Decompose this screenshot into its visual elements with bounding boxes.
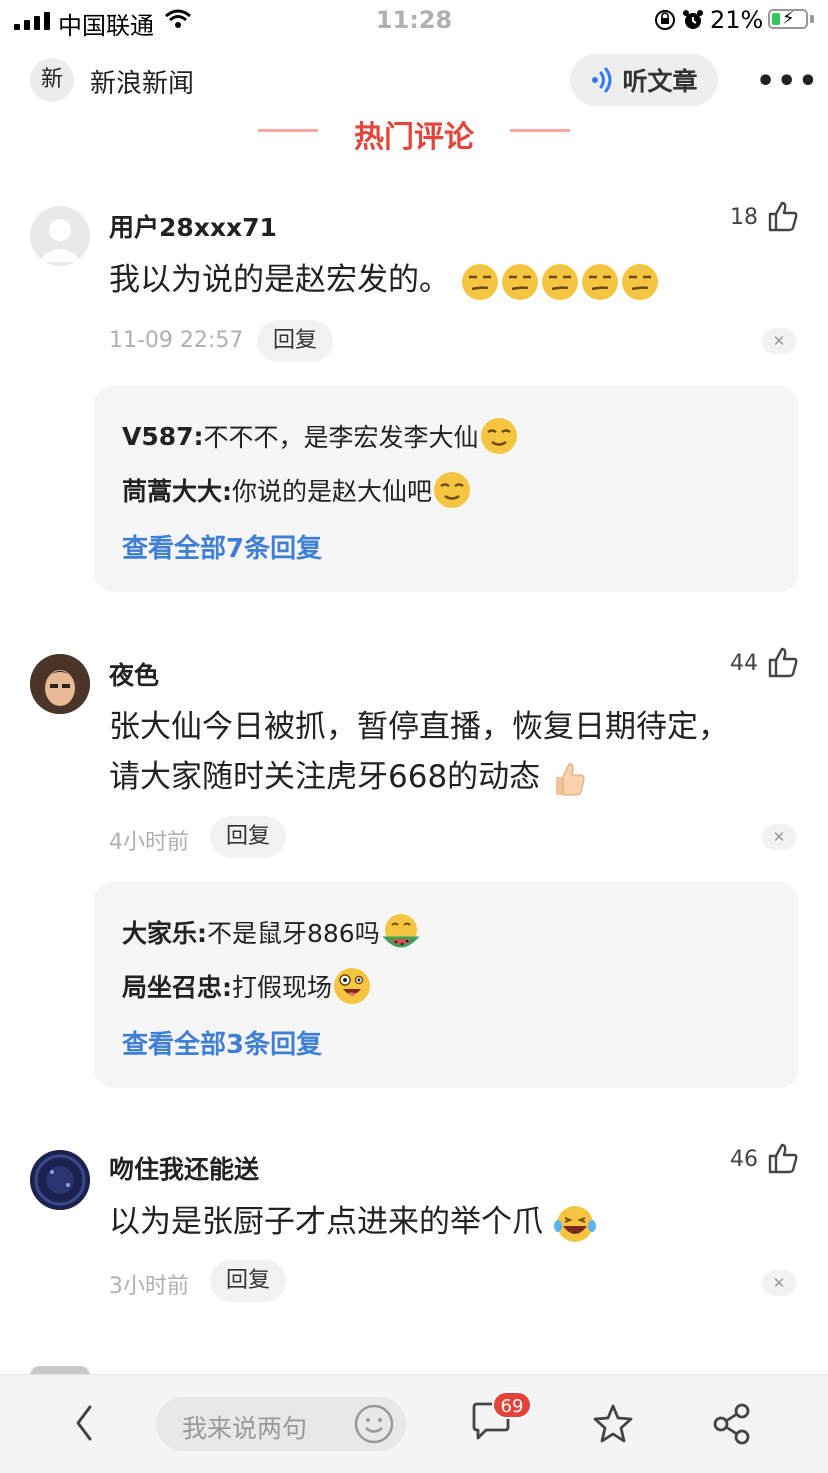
comment-text: 我以为说的是赵宏发的。 xyxy=(109,255,789,305)
alarm-icon xyxy=(683,10,703,29)
thumb-up-icon xyxy=(768,1143,798,1174)
comment-text-content: 请大家随时关注虎牙668的动态 xyxy=(109,759,541,795)
back-icon[interactable] xyxy=(72,1403,96,1447)
battery-cap xyxy=(810,15,814,23)
comment-text: 张大仙今日被抓，暂停直播，恢复日期待定， 请大家随时关注虎牙668的动态 xyxy=(109,702,789,802)
reply-box: V587: 不不不，是李宏发李大仙 茼蒿大大: 你说的是赵大仙吧 查看全部7条回… xyxy=(94,386,798,592)
avatar[interactable] xyxy=(30,206,90,266)
smirk-emoji-icon xyxy=(621,263,658,300)
reply-item[interactable]: V587: 不不不，是李宏发李大仙 xyxy=(122,416,519,456)
reply-text: 不是鼠牙886吗 xyxy=(207,919,380,948)
thumbs-up-emoji-icon xyxy=(556,762,585,795)
comment-count-badge: 69 xyxy=(492,1391,532,1419)
battery-percent: 21% xyxy=(710,6,764,34)
reply-username: 大家乐: xyxy=(122,919,207,948)
avatar[interactable] xyxy=(30,654,90,714)
comment-text-content: 以为是张厨子才点进来的举个爪 xyxy=(109,1204,543,1240)
comment-username[interactable]: 夜色 xyxy=(109,656,159,692)
comment-text-line: 请大家随时关注虎牙668的动态 xyxy=(109,752,789,802)
relieved-emoji-icon xyxy=(434,472,471,508)
like-count: 18 xyxy=(730,204,758,230)
close-icon[interactable]: ✕ xyxy=(762,328,796,354)
close-icon[interactable]: ✕ xyxy=(762,1270,796,1296)
comment-username[interactable]: 吻住我还能送 xyxy=(109,1150,259,1186)
comment-text-line: 张大仙今日被抓，暂停直播，恢复日期待定， xyxy=(109,709,729,745)
battery-icon: ⚡ xyxy=(768,8,808,29)
smirk-emoji-icon xyxy=(541,263,578,300)
reply-item[interactable]: 局坐召忠: 打假现场 xyxy=(122,966,372,1006)
comment-username[interactable]: 用户28xxx71 xyxy=(109,208,277,244)
relieved-emoji-icon xyxy=(480,418,517,454)
lock-rotation-icon xyxy=(655,10,675,30)
smile-icon[interactable] xyxy=(352,1402,396,1450)
listen-article-button[interactable]: 听文章 xyxy=(570,54,718,106)
hot-comments-heading: 热门评论 xyxy=(0,112,828,152)
close-icon[interactable]: ✕ xyxy=(762,824,796,850)
reply-text: 打假现场 xyxy=(232,973,333,1002)
section-title: 热门评论 xyxy=(354,120,474,152)
reply-text: 不不不，是李宏发李大仙 xyxy=(203,423,479,452)
bottom-toolbar: 我来说两句 69 xyxy=(0,1374,828,1473)
smirk-emoji-icon xyxy=(501,263,538,300)
like-button[interactable]: 44 xyxy=(690,646,800,680)
reply-item[interactable]: 大家乐: 不是鼠牙886吗 xyxy=(122,912,422,952)
like-count: 44 xyxy=(730,650,758,676)
comment-text: 以为是张厨子才点进来的举个爪 xyxy=(109,1197,789,1247)
comment-text-content: 我以为说的是赵宏发的。 xyxy=(109,262,450,298)
like-button[interactable]: 18 xyxy=(690,200,800,234)
top-header: 新 新浪新闻 听文章 ••• xyxy=(0,50,828,110)
reply-button[interactable]: 回复 xyxy=(210,1260,287,1302)
comment-input-placeholder: 我来说两句 xyxy=(182,1414,308,1443)
laughing-tears-emoji-icon xyxy=(553,1205,596,1242)
thumb-up-icon xyxy=(768,201,798,232)
emoji-row xyxy=(460,262,660,300)
like-button[interactable]: 46 xyxy=(690,1142,800,1176)
view-all-replies-link[interactable]: 查看全部7条回复 xyxy=(122,528,322,565)
view-all-replies-link[interactable]: 查看全部3条回复 xyxy=(122,1024,322,1061)
watermelon-emoji-icon xyxy=(382,914,420,948)
comment-time: 11-09 22:57 xyxy=(109,328,244,353)
reply-username: 茼蒿大大: xyxy=(122,477,232,506)
comment-time: 4小时前 xyxy=(109,830,189,855)
avatar[interactable] xyxy=(30,1150,90,1210)
comment-input[interactable]: 我来说两句 xyxy=(156,1397,406,1451)
status-bar: 中国联通 11:28 21% ⚡ xyxy=(0,0,828,44)
reply-button[interactable]: 回复 xyxy=(210,816,287,858)
reply-username: V587: xyxy=(122,421,204,451)
app-name[interactable]: 新浪新闻 xyxy=(90,63,194,100)
smirk-emoji-icon xyxy=(581,263,618,300)
app-logo[interactable]: 新 xyxy=(30,58,74,102)
listen-article-label: 听文章 xyxy=(622,67,698,96)
share-icon[interactable] xyxy=(712,1403,752,1449)
reply-text: 你说的是赵大仙吧 xyxy=(232,477,433,506)
reply-box: 大家乐: 不是鼠牙886吗 局坐召忠: 打假现场 查看全部3条回复 xyxy=(94,882,798,1088)
reply-button[interactable]: 回复 xyxy=(257,320,334,362)
crazy-face-emoji-icon xyxy=(334,968,371,1004)
more-icon[interactable]: ••• xyxy=(756,64,820,99)
star-icon[interactable] xyxy=(592,1403,634,1449)
audio-wave-icon xyxy=(592,67,612,93)
smirk-emoji-icon xyxy=(461,263,498,300)
like-count: 46 xyxy=(730,1146,758,1172)
comment-time: 3小时前 xyxy=(109,1274,189,1299)
status-right: 21% xyxy=(654,6,763,34)
reply-username: 局坐召忠: xyxy=(122,973,232,1002)
divider xyxy=(510,129,570,132)
reply-item[interactable]: 茼蒿大大: 你说的是赵大仙吧 xyxy=(122,470,472,510)
thumb-up-icon xyxy=(768,647,798,678)
